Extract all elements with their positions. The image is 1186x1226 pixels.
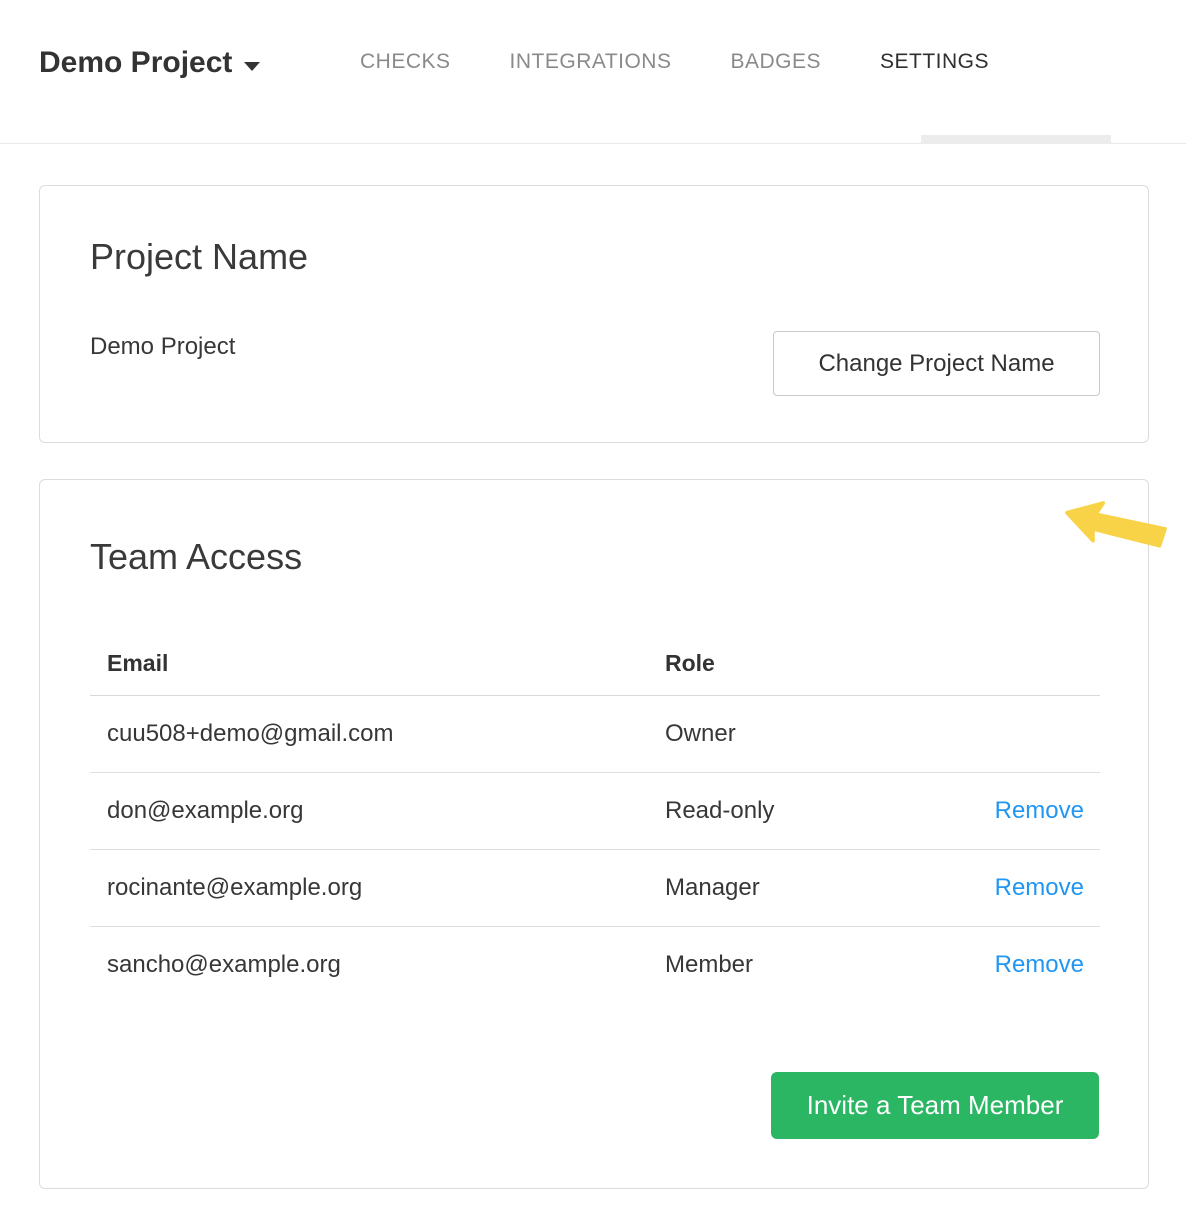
column-header-actions: [958, 640, 1100, 696]
table-header-row: Email Role: [90, 640, 1100, 696]
member-actions: Remove: [958, 927, 1100, 1004]
column-header-role: Role: [665, 640, 958, 696]
table-row: sancho@example.org Member Remove: [90, 927, 1100, 1004]
table-row: don@example.org Read-only Remove: [90, 773, 1100, 850]
member-role: Owner: [665, 696, 958, 773]
remove-member-link[interactable]: Remove: [995, 797, 1084, 824]
member-role: Member: [665, 927, 958, 1004]
table-row: cuu508+demo@gmail.com Owner: [90, 696, 1100, 773]
project-switcher[interactable]: Demo Project: [39, 46, 260, 80]
member-role: Read-only: [665, 773, 958, 850]
tab-integrations[interactable]: INTEGRATIONS: [510, 50, 672, 74]
table-row: rocinante@example.org Manager Remove: [90, 850, 1100, 927]
project-name-card-title: Project Name: [90, 236, 308, 278]
remove-member-link[interactable]: Remove: [995, 874, 1084, 901]
nav-tabs: CHECKS INTEGRATIONS BADGES SETTINGS: [360, 50, 989, 74]
member-email: sancho@example.org: [90, 927, 665, 1004]
project-switcher-label: Demo Project: [39, 46, 232, 80]
tab-checks[interactable]: CHECKS: [360, 50, 451, 74]
team-access-card-title: Team Access: [90, 536, 302, 578]
team-access-card: Team Access Email Role cuu508+demo@gmail…: [39, 479, 1149, 1189]
member-actions: Remove: [958, 850, 1100, 927]
member-email: don@example.org: [90, 773, 665, 850]
active-tab-indicator: [921, 135, 1111, 144]
yellow-arrow-icon: [1058, 488, 1170, 565]
tab-settings[interactable]: SETTINGS: [880, 50, 989, 74]
member-actions: [958, 696, 1100, 773]
top-navigation: Demo Project CHECKS INTEGRATIONS BADGES …: [0, 0, 1186, 144]
member-email: rocinante@example.org: [90, 850, 665, 927]
invite-team-member-button[interactable]: Invite a Team Member: [771, 1072, 1099, 1139]
member-role: Manager: [665, 850, 958, 927]
chevron-down-icon: [244, 62, 260, 71]
column-header-email: Email: [90, 640, 665, 696]
member-email: cuu508+demo@gmail.com: [90, 696, 665, 773]
remove-member-link[interactable]: Remove: [995, 951, 1084, 978]
current-project-name: Demo Project: [90, 333, 235, 361]
tab-badges[interactable]: BADGES: [730, 50, 821, 74]
team-members-table: Email Role cuu508+demo@gmail.com Owner d…: [90, 640, 1100, 1003]
project-name-card: Project Name Demo Project Change Project…: [39, 185, 1149, 443]
change-project-name-button[interactable]: Change Project Name: [773, 331, 1100, 396]
member-actions: Remove: [958, 773, 1100, 850]
